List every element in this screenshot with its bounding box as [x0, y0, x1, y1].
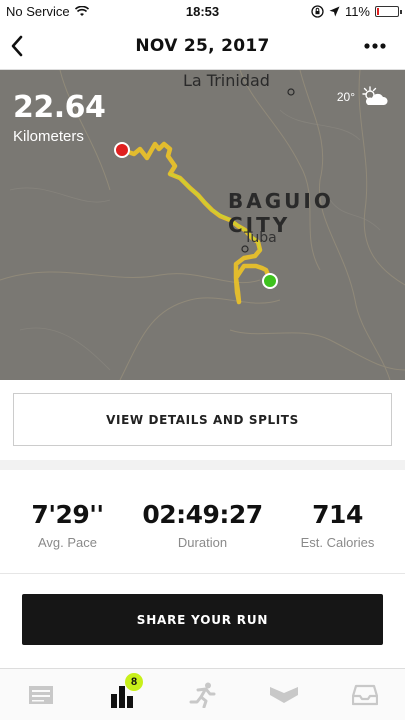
stat-calories: 714 Est. Calories: [270, 500, 405, 550]
tab-club[interactable]: [243, 679, 324, 711]
partly-cloudy-icon: [362, 86, 388, 105]
status-bar: No Service 18:53 11%: [0, 0, 405, 22]
activity-badge: 8: [125, 673, 143, 691]
battery-percent: 11%: [344, 4, 370, 19]
nav-header: NOV 25, 2017: [0, 22, 405, 70]
avg-pace-value: 7'29'': [31, 500, 104, 529]
divider: [0, 573, 405, 574]
club-icon: [269, 687, 298, 703]
map-label-tuba: Tuba: [244, 230, 277, 246]
battery-icon: [375, 6, 402, 17]
distance-value: 22.64: [13, 90, 106, 125]
duration-label: Duration: [177, 535, 228, 550]
rotation-lock-icon: [311, 5, 324, 18]
map-label-la-trinidad: La Trinidad: [183, 71, 270, 90]
temperature: 20°: [336, 90, 355, 104]
location-arrow-icon: [329, 6, 340, 17]
share-run-button[interactable]: SHARE YOUR RUN: [22, 594, 383, 645]
calories-label: Est. Calories: [300, 535, 375, 550]
duration-value: 02:49:27: [142, 500, 263, 529]
stat-avg-pace: 7'29'' Avg. Pace: [0, 500, 135, 550]
tab-inbox[interactable]: [324, 679, 405, 711]
tab-bar: 8: [0, 668, 405, 720]
tab-feed[interactable]: [0, 679, 81, 711]
more-options-icon[interactable]: [363, 36, 387, 56]
route-map[interactable]: 22.64 Kilometers La Trinidad BAGUIO CITY…: [0, 70, 405, 380]
tab-run[interactable]: [162, 679, 243, 711]
run-stats: 7'29'' Avg. Pace 02:49:27 Duration 714 E…: [0, 500, 405, 560]
feed-icon: [28, 686, 53, 704]
page-title: NOV 25, 2017: [135, 36, 270, 56]
stat-duration: 02:49:27 Duration: [135, 500, 270, 550]
section-divider: [0, 460, 405, 470]
tab-activity[interactable]: 8: [81, 673, 162, 711]
distance-unit: Kilometers: [13, 128, 84, 145]
run-icon: [189, 682, 215, 708]
calories-value: 714: [312, 500, 363, 529]
view-details-button[interactable]: VIEW DETAILS AND SPLITS: [13, 393, 392, 446]
inbox-icon: [351, 684, 378, 706]
avg-pace-label: Avg. Pace: [37, 535, 98, 550]
